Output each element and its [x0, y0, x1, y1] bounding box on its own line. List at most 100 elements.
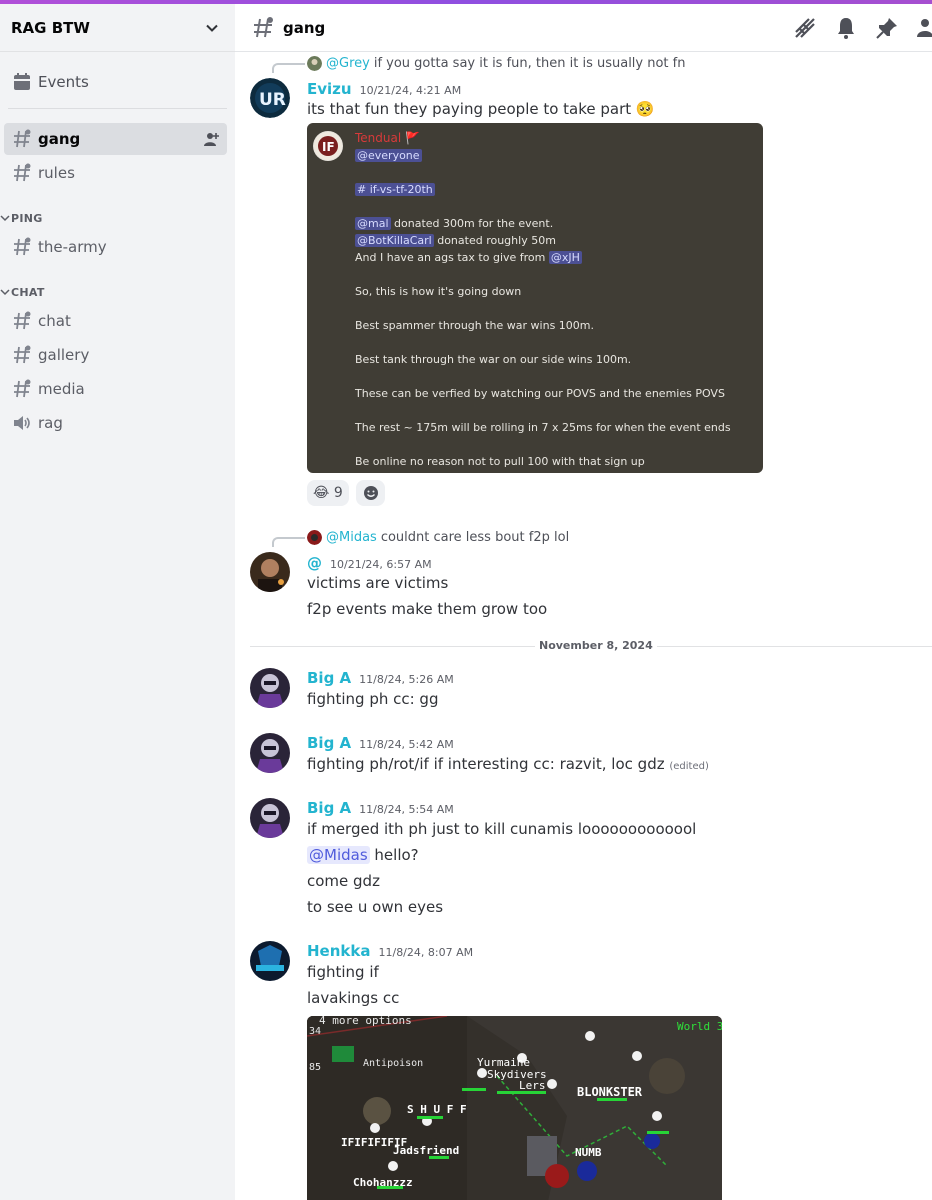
avatar[interactable]: [250, 941, 290, 981]
channel-name: gallery: [38, 346, 90, 364]
channel-name: rag: [38, 414, 63, 432]
message-body: fighting ph/rot/if if interesting cc: ra…: [307, 755, 665, 773]
username[interactable]: Evizu: [307, 80, 352, 98]
message-text: its that fun they paying people to take …: [307, 100, 655, 118]
text-channel-icon: [14, 129, 31, 148]
sidebar-item-gallery[interactable]: gallery: [4, 339, 227, 371]
server-header[interactable]: RAG BTW: [0, 4, 235, 52]
reply-username[interactable]: @Midas: [326, 530, 377, 545]
sidebar-item-chat[interactable]: chat: [4, 305, 227, 337]
avatar[interactable]: [250, 552, 290, 592]
bell-icon[interactable]: [834, 16, 858, 40]
game-text: 34: [309, 1026, 321, 1037]
embed-line: donated 300m for the event.: [394, 217, 554, 230]
chat-area: gang @Grey if you gotta say it is fun, t…: [235, 4, 932, 1200]
reaction-button[interactable]: 😂 9: [307, 480, 349, 506]
svg-text:IF: IF: [322, 140, 335, 154]
game-text: 85: [309, 1062, 321, 1073]
text-channel-icon: [14, 379, 31, 398]
threads-icon[interactable]: [793, 16, 817, 40]
message-text: lavakings cc: [307, 989, 400, 1007]
events-label: Events: [38, 73, 89, 91]
reply-text: couldnt care less bout f2p lol: [380, 530, 570, 545]
reaction-emoji: 😂: [313, 485, 330, 501]
game-text: Lers: [519, 1079, 546, 1092]
mention-everyone[interactable]: @everyone: [355, 149, 422, 162]
embed-line: So, this is how it's going down: [355, 285, 522, 298]
embed-author: Tendual 🚩: [355, 131, 420, 145]
message-text: come gdz: [307, 872, 380, 890]
sidebar-item-gang[interactable]: gang: [4, 123, 227, 155]
timestamp: 10/21/24, 6:57 AM: [330, 558, 432, 571]
embed-line: Be online no reason not to pull 100 with…: [355, 455, 645, 468]
category-chat[interactable]: CHAT: [0, 284, 45, 300]
text-channel-icon: [14, 237, 31, 256]
category-label: CHAT: [11, 285, 45, 299]
embed-line: donated roughly 50m: [437, 234, 556, 247]
message-header: Henkka 11/8/24, 8:07 AM: [307, 942, 473, 960]
text-channel-icon: [14, 163, 31, 182]
avatar[interactable]: [250, 733, 290, 773]
embed-line: These can be verfied by watching our POV…: [355, 387, 725, 400]
mention-mal[interactable]: @mal: [355, 217, 391, 230]
channel-name: rules: [38, 164, 75, 182]
pin-icon[interactable]: [875, 16, 899, 40]
sidebar-item-rag[interactable]: rag: [4, 407, 227, 439]
game-text: 4 more options: [319, 1016, 412, 1027]
embed-line: Best spammer through the war wins 100m.: [355, 319, 595, 332]
reply-username[interactable]: @Grey: [326, 56, 370, 71]
channel-name: chat: [38, 312, 71, 330]
username[interactable]: @: [307, 554, 322, 572]
chevron-down-icon: [0, 215, 10, 222]
channel-mention[interactable]: # if-vs-tf-20th: [355, 183, 435, 196]
channel-header: gang: [235, 4, 932, 52]
username[interactable]: Big A: [307, 799, 351, 817]
username[interactable]: Big A: [307, 734, 351, 752]
message-text: fighting if: [307, 963, 379, 981]
sidebar-divider: [8, 108, 227, 109]
message-text: fighting ph/rot/if if interesting cc: ra…: [307, 755, 709, 773]
reply-preview[interactable]: @Grey if you gotta say it is fun, then i…: [307, 56, 685, 71]
members-icon[interactable]: [916, 16, 932, 40]
user-mention[interactable]: @Midas: [307, 846, 370, 864]
sidebar-item-media[interactable]: media: [4, 373, 227, 405]
sidebar-item-the-army[interactable]: the-army: [4, 231, 227, 263]
message-text: victims are victims: [307, 574, 449, 592]
mention-xjh[interactable]: @xJH: [548, 251, 582, 264]
channel-name: media: [38, 380, 85, 398]
username[interactable]: Henkka: [307, 942, 370, 960]
game-screenshot-attachment[interactable]: 4 more options World 31 Antipoison 34 85…: [307, 1016, 722, 1200]
calendar-icon: [14, 73, 30, 90]
game-text: Antipoison: [363, 1058, 423, 1069]
username[interactable]: Big A: [307, 669, 351, 687]
text-channel-icon: [254, 16, 273, 37]
embed-line: The rest ~ 175m will be rolling in 7 x 2…: [355, 421, 731, 434]
message-text: if merged ith ph just to kill cunamis lo…: [307, 820, 697, 838]
sidebar-item-rules[interactable]: rules: [4, 157, 227, 189]
avatar[interactable]: UR: [250, 78, 290, 118]
avatar[interactable]: [250, 668, 290, 708]
channel-name: gang: [38, 130, 81, 148]
timestamp: 10/21/24, 4:21 AM: [359, 84, 462, 97]
message-header: Big A 11/8/24, 5:42 AM: [307, 734, 454, 752]
events-item[interactable]: Events: [8, 68, 227, 96]
reply-preview[interactable]: @Midas couldnt care less bout f2p lol: [307, 530, 569, 545]
add-reaction-button[interactable]: [356, 480, 385, 506]
embed-avatar: IF: [313, 131, 343, 161]
edited-tag: (edited): [669, 761, 709, 772]
mention-botkillacarl[interactable]: @BotKillaCarl: [355, 234, 434, 247]
avatar[interactable]: [250, 798, 290, 838]
channel-name: the-army: [38, 238, 107, 256]
message-header: Evizu 10/21/24, 4:21 AM: [307, 80, 461, 98]
reply-connector: [272, 537, 305, 547]
add-user-icon[interactable]: [203, 131, 219, 147]
channel-sidebar: RAG BTW Events gang rules PING the-army …: [0, 4, 235, 1200]
smile-icon: [363, 486, 378, 500]
timestamp: 11/8/24, 5:26 AM: [359, 673, 454, 686]
text-channel-icon: [14, 311, 31, 330]
category-ping[interactable]: PING: [0, 210, 43, 226]
message-text: @Midas hello?: [307, 846, 419, 864]
message-header: Big A 11/8/24, 5:54 AM: [307, 799, 454, 817]
timestamp: 11/8/24, 5:54 AM: [359, 803, 454, 816]
category-label: PING: [11, 211, 43, 225]
